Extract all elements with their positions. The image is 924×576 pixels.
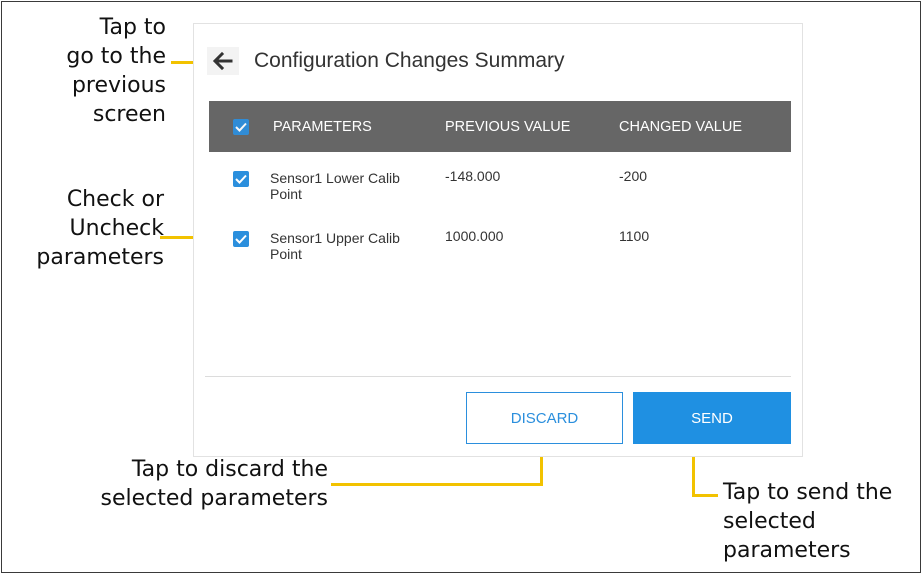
send-button[interactable]: SEND [633, 392, 791, 444]
callout-back-line: screen [92, 102, 166, 127]
parameter-name-line: Point [270, 246, 302, 262]
parameter-name: Sensor1 Lower Calib Point [270, 170, 400, 202]
callout-send-line: Tap to send the [723, 480, 893, 505]
callout-back-line: previous [71, 73, 166, 98]
parameter-name-line: Sensor1 Lower Calib [270, 170, 400, 186]
row-checkbox[interactable] [233, 231, 249, 247]
back-button[interactable] [207, 47, 239, 75]
select-all-checkbox[interactable] [233, 119, 249, 135]
parameter-name: Sensor1 Upper Calib Point [270, 230, 400, 262]
footer-divider [205, 376, 791, 377]
callout-back-line: go to the [66, 44, 166, 69]
column-header-previous-value: PREVIOUS VALUE [445, 119, 571, 135]
callout-send-line: selected [723, 509, 816, 534]
row-checkbox[interactable] [233, 171, 249, 187]
callout-send-line: parameters [723, 538, 851, 563]
page-title: Configuration Changes Summary [254, 49, 565, 72]
checkmark-icon [235, 122, 247, 132]
parameter-name-line: Sensor1 Upper Calib [270, 230, 400, 246]
previous-value: 1000.000 [445, 228, 504, 244]
callout-discard-line: Tap to discard the [131, 457, 328, 482]
callout-send-text: Tap to send the selected parameters [723, 478, 919, 565]
previous-value: -148.000 [445, 168, 501, 184]
callout-check-line: Uncheck [69, 216, 164, 241]
callout-check-text: Check or Uncheck parameters [8, 185, 164, 272]
callout-back-line: Tap to [99, 15, 166, 40]
parameter-name-line: Point [270, 186, 302, 202]
discard-button[interactable]: DISCARD [466, 392, 623, 444]
changed-value: 1100 [619, 228, 650, 244]
callout-discard-text: Tap to discard the selected parameters [66, 455, 328, 513]
callout-send-leader-h [692, 494, 718, 497]
changed-value: -200 [619, 168, 648, 184]
callout-check-line: parameters [36, 245, 164, 270]
callout-discard-leader-h [331, 483, 543, 486]
callout-check-line: Check or [66, 187, 164, 212]
callout-discard-line: selected parameters [100, 486, 328, 511]
table-header: PARAMETERS PREVIOUS VALUE CHANGED VALUE [209, 101, 791, 152]
column-header-changed-value: CHANGED VALUE [619, 119, 743, 135]
callout-back-text: Tap to go to the previous screen [48, 13, 166, 129]
checkmark-icon [235, 234, 247, 244]
checkmark-icon [235, 174, 247, 184]
arrow-left-icon [212, 51, 233, 71]
column-header-parameters: PARAMETERS [273, 119, 372, 135]
